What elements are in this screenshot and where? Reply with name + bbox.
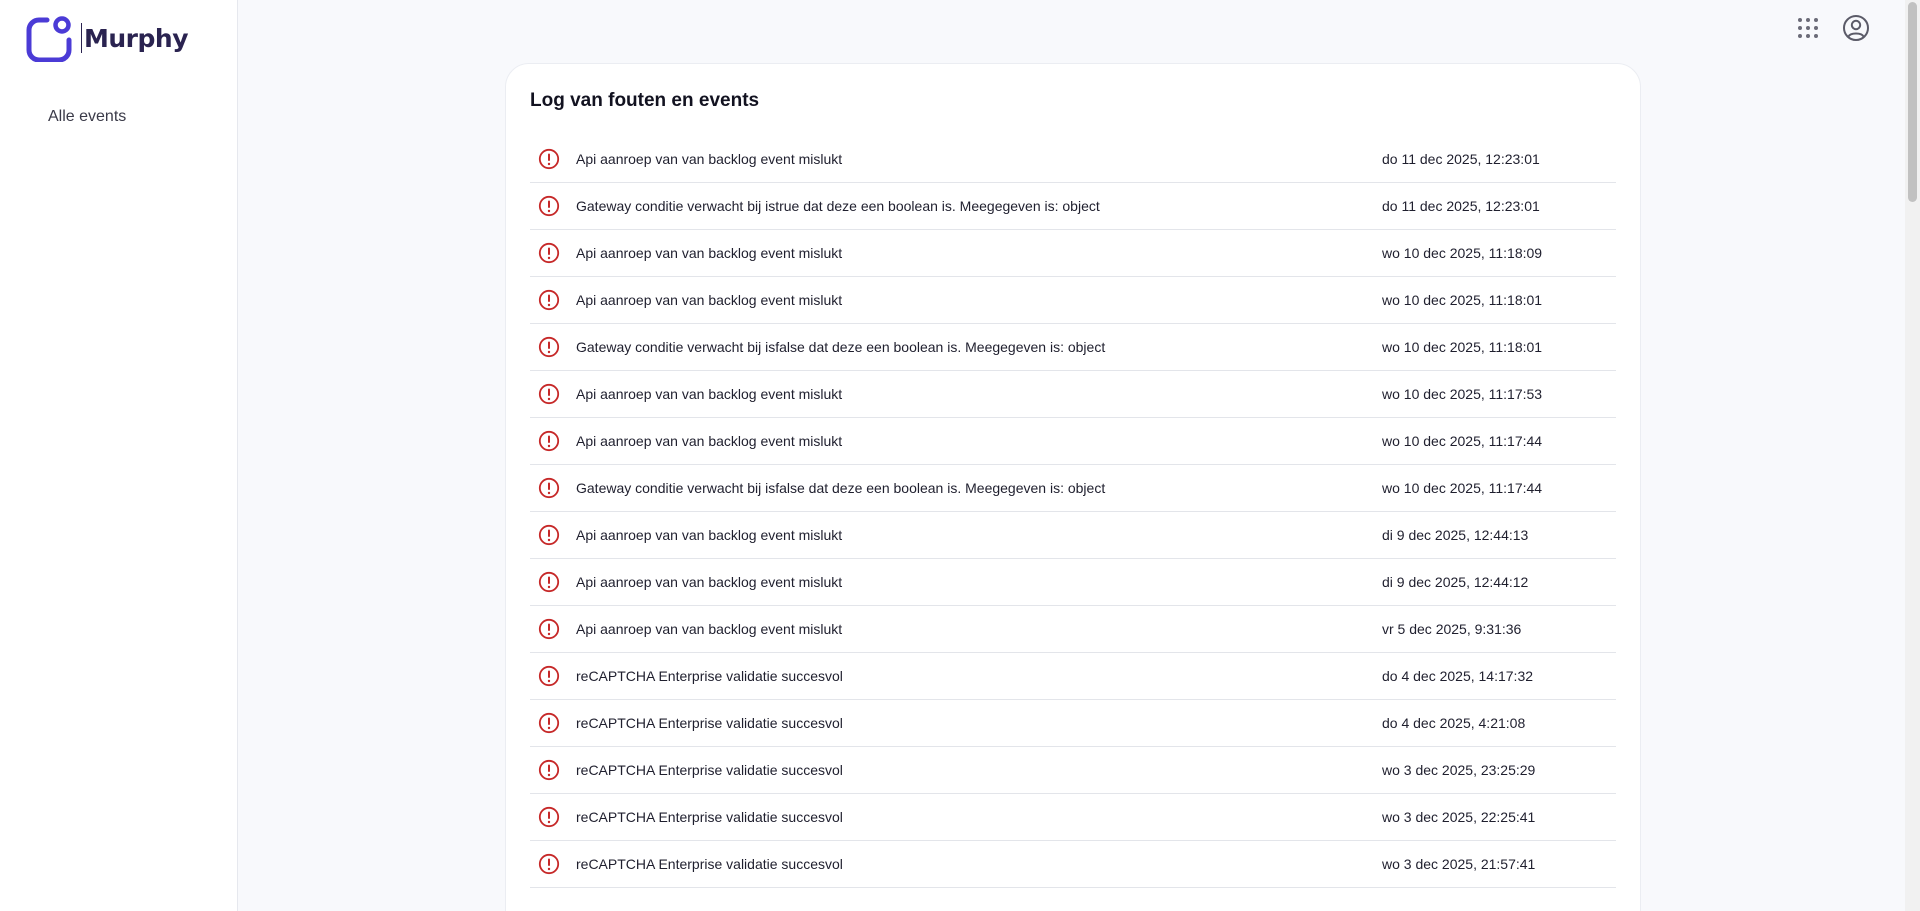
event-row[interactable]: Api aanroep van van backlog event misluk… <box>530 512 1616 559</box>
event-message: Api aanroep van van backlog event misluk… <box>576 433 843 449</box>
sidebar: Murphy Alle events <box>0 0 238 911</box>
error-alert-icon <box>538 571 560 593</box>
event-timestamp: wo 10 dec 2025, 11:18:09 <box>1382 245 1543 261</box>
sidebar-item-alle-events[interactable]: Alle events <box>48 108 126 126</box>
event-row[interactable]: reCAPTCHA Enterprise validatie succesvol… <box>530 700 1616 747</box>
error-alert-icon <box>538 524 560 546</box>
event-timestamp: di 9 dec 2025, 12:44:13 <box>1382 527 1529 543</box>
page-title: Log van fouten en events <box>530 90 760 111</box>
event-timestamp: wo 10 dec 2025, 11:17:53 <box>1382 386 1543 402</box>
apps-grid-button[interactable] <box>1794 14 1822 42</box>
error-alert-icon <box>538 618 560 640</box>
event-message: reCAPTCHA Enterprise validatie succesvol <box>576 762 843 778</box>
event-timestamp: vr 5 dec 2025, 9:31:36 <box>1382 621 1522 637</box>
event-message: Api aanroep van van backlog event misluk… <box>576 245 843 261</box>
event-timestamp: wo 10 dec 2025, 11:18:01 <box>1382 292 1543 308</box>
event-timestamp: wo 3 dec 2025, 23:25:29 <box>1382 762 1536 778</box>
event-row[interactable]: Api aanroep van van backlog event misluk… <box>530 418 1616 465</box>
event-message: reCAPTCHA Enterprise validatie succesvol <box>576 668 843 684</box>
logo-divider <box>81 23 82 53</box>
event-row[interactable]: Api aanroep van van backlog event misluk… <box>530 277 1616 324</box>
scrollbar-thumb[interactable] <box>1908 2 1917 202</box>
error-alert-icon <box>538 430 560 452</box>
event-row[interactable]: Api aanroep van van backlog event misluk… <box>530 559 1616 606</box>
event-row[interactable]: reCAPTCHA Enterprise validatie succesvol… <box>530 747 1616 794</box>
event-timestamp: wo 10 dec 2025, 11:18:01 <box>1382 339 1543 355</box>
error-alert-icon <box>538 477 560 499</box>
event-row[interactable]: Gateway conditie verwacht bij istrue dat… <box>530 183 1616 230</box>
event-timestamp: do 4 dec 2025, 4:21:08 <box>1382 715 1526 731</box>
event-timestamp: di 9 dec 2025, 12:44:12 <box>1382 574 1529 590</box>
event-message: Gateway conditie verwacht bij isfalse da… <box>576 480 1106 496</box>
error-alert-icon <box>538 242 560 264</box>
event-message: Api aanroep van van backlog event misluk… <box>576 292 843 308</box>
event-timestamp: do 11 dec 2025, 12:23:01 <box>1382 198 1540 214</box>
event-timestamp: wo 10 dec 2025, 11:17:44 <box>1382 433 1543 449</box>
event-message: Api aanroep van van backlog event misluk… <box>576 574 843 590</box>
event-log-card: Log van fouten en events Api aanroep van… <box>505 63 1641 911</box>
event-message: reCAPTCHA Enterprise validatie succesvol <box>576 715 843 731</box>
apps-grid-icon <box>1798 18 1818 38</box>
account-circle-icon <box>1843 15 1869 41</box>
event-message: Api aanroep van van backlog event misluk… <box>576 527 843 543</box>
event-list: Api aanroep van van backlog event misluk… <box>530 136 1616 888</box>
event-message: reCAPTCHA Enterprise validatie succesvol <box>576 809 843 825</box>
event-row[interactable]: reCAPTCHA Enterprise validatie succesvol… <box>530 841 1616 888</box>
error-alert-icon <box>538 759 560 781</box>
event-row[interactable]: reCAPTCHA Enterprise validatie succesvol… <box>530 653 1616 700</box>
event-message: Gateway conditie verwacht bij isfalse da… <box>576 339 1106 355</box>
scrollbar[interactable] <box>1905 0 1920 911</box>
error-alert-icon <box>538 853 560 875</box>
event-row[interactable]: Gateway conditie verwacht bij isfalse da… <box>530 465 1616 512</box>
event-row[interactable]: Api aanroep van van backlog event misluk… <box>530 606 1616 653</box>
event-timestamp: wo 10 dec 2025, 11:17:44 <box>1382 480 1543 496</box>
event-message: reCAPTCHA Enterprise validatie succesvol <box>576 856 843 872</box>
murphy-logo-icon <box>26 16 72 62</box>
error-alert-icon <box>538 383 560 405</box>
event-row[interactable]: Api aanroep van van backlog event misluk… <box>530 230 1616 277</box>
event-row[interactable]: reCAPTCHA Enterprise validatie succesvol… <box>530 794 1616 841</box>
error-alert-icon <box>538 195 560 217</box>
event-timestamp: wo 3 dec 2025, 22:25:41 <box>1382 809 1536 825</box>
topbar-actions <box>1794 14 1870 42</box>
event-message: Api aanroep van van backlog event misluk… <box>576 621 843 637</box>
event-message: Gateway conditie verwacht bij istrue dat… <box>576 198 1100 214</box>
brand-name: Murphy <box>84 23 189 53</box>
event-message: Api aanroep van van backlog event misluk… <box>576 151 843 167</box>
error-alert-icon <box>538 289 560 311</box>
error-alert-icon <box>538 336 560 358</box>
event-row[interactable]: Api aanroep van van backlog event misluk… <box>530 371 1616 418</box>
brand-logo[interactable]: Murphy <box>25 14 189 62</box>
event-timestamp: wo 3 dec 2025, 21:57:41 <box>1382 856 1536 872</box>
error-alert-icon <box>538 148 560 170</box>
error-alert-icon <box>538 712 560 734</box>
error-alert-icon <box>538 806 560 828</box>
event-row[interactable]: Gateway conditie verwacht bij isfalse da… <box>530 324 1616 371</box>
event-row[interactable]: Api aanroep van van backlog event misluk… <box>530 136 1616 183</box>
event-timestamp: do 11 dec 2025, 12:23:01 <box>1382 151 1540 167</box>
event-timestamp: do 4 dec 2025, 14:17:32 <box>1382 668 1534 684</box>
error-alert-icon <box>538 665 560 687</box>
event-message: Api aanroep van van backlog event misluk… <box>576 386 843 402</box>
account-button[interactable] <box>1842 14 1870 42</box>
